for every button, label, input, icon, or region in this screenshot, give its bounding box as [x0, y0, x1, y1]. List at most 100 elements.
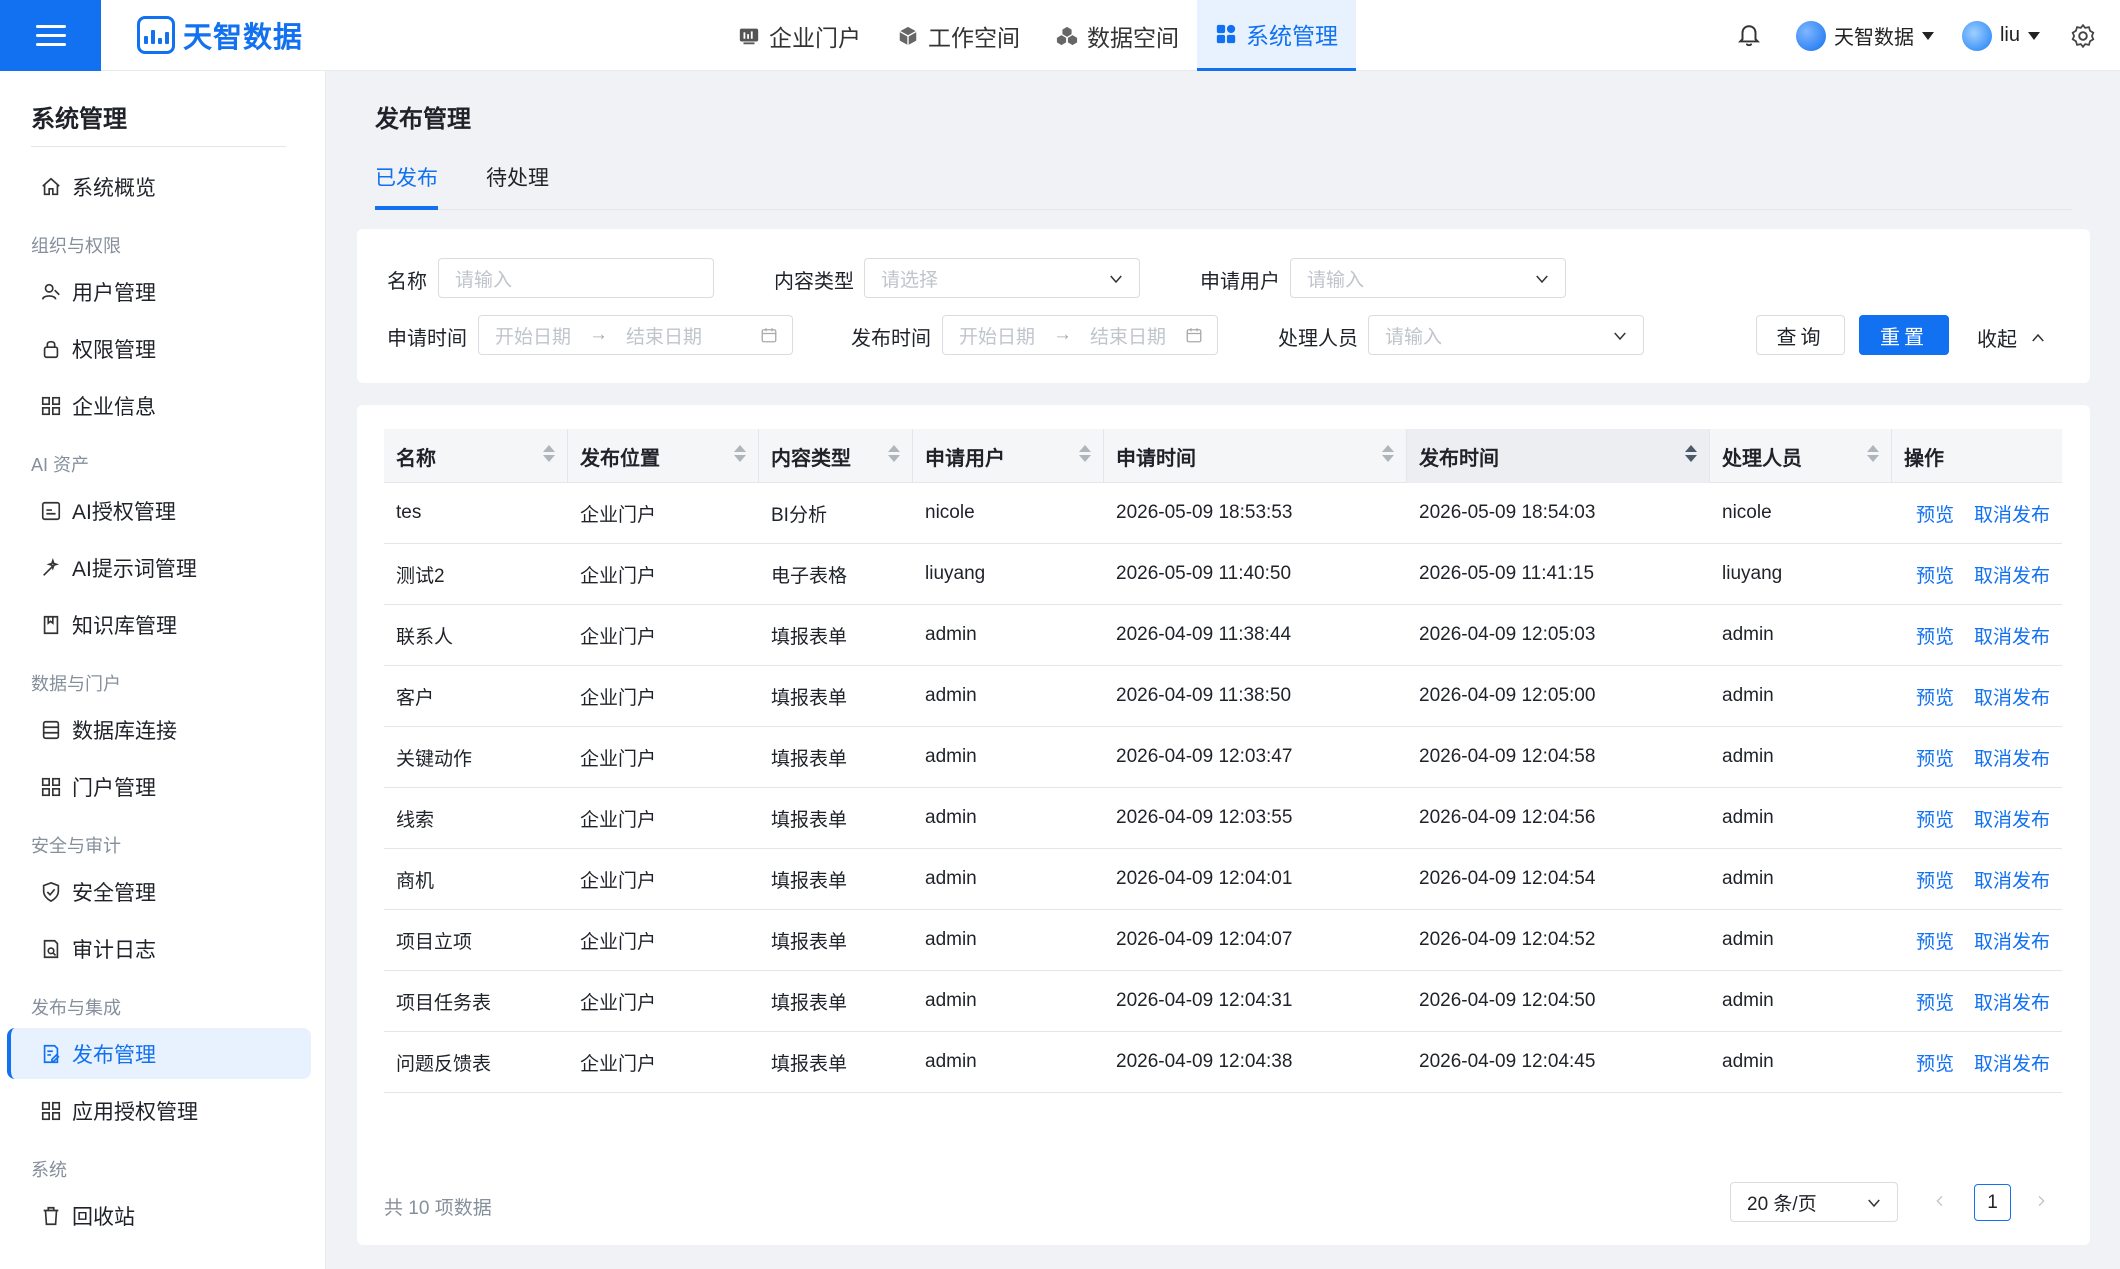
sidebar-group-system: 系统: [31, 1160, 67, 1180]
chevron-up-icon: [2032, 333, 2044, 341]
user-name: liu: [1999, 24, 2020, 46]
column-header-apply-time[interactable]: 申请时间: [1104, 429, 1407, 483]
column-header-applicant[interactable]: 申请用户: [913, 429, 1104, 483]
publish-time-range[interactable]: 开始日期 → 结束日期: [942, 315, 1218, 355]
cell-location: 企业门户: [580, 504, 657, 526]
query-button[interactable]: 查询: [1756, 315, 1845, 355]
apply-time-range[interactable]: 开始日期 → 结束日期: [478, 315, 793, 355]
collapse-toggle[interactable]: 收起: [1977, 323, 2047, 352]
nav-label: 数据空间: [1087, 24, 1179, 51]
org-switcher[interactable]: 天智数据: [1795, 20, 1934, 51]
sidebar-item-publish[interactable]: 发布管理: [7, 1028, 311, 1079]
unpublish-link[interactable]: 取消发布: [1974, 927, 2050, 954]
sidebar-item-label: 用户管理: [72, 281, 156, 305]
page-size-value: 20 条/页: [1747, 1193, 1817, 1215]
gear-icon[interactable]: [2070, 23, 2096, 49]
sidebar-item-label: 数据库连接: [72, 719, 177, 743]
sort-icon: [1685, 445, 1697, 462]
unpublish-link[interactable]: 取消发布: [1974, 1049, 2050, 1076]
content-type-select[interactable]: 请选择: [864, 258, 1140, 298]
column-header-content-type[interactable]: 内容类型: [759, 429, 913, 483]
sidebar-item-db-connection[interactable]: 数据库连接: [7, 704, 311, 755]
reset-button[interactable]: 重置: [1859, 315, 1949, 355]
brand-name: 天智数据: [183, 22, 304, 54]
preview-link[interactable]: 预览: [1916, 500, 1954, 527]
sidebar-item-app-auth[interactable]: 应用授权管理: [7, 1085, 311, 1136]
preview-link[interactable]: 预览: [1916, 988, 1954, 1015]
preview-link[interactable]: 预览: [1916, 866, 1954, 893]
page-number-current[interactable]: 1: [1974, 1184, 2011, 1221]
cell-apply-time: 2026-04-09 11:38:44: [1116, 624, 1292, 645]
sidebar-item-users[interactable]: 用户管理: [7, 266, 311, 317]
unpublish-link[interactable]: 取消发布: [1974, 866, 2050, 893]
sidebar-item-safety[interactable]: 安全管理: [7, 866, 311, 917]
nav-system-management[interactable]: 系统管理: [1197, 0, 1356, 71]
cell-publish-time: 2026-04-09 12:05:03: [1419, 624, 1596, 645]
next-page-button[interactable]: [2026, 1186, 2056, 1216]
unpublish-link[interactable]: 取消发布: [1974, 500, 2050, 527]
nav-workspace[interactable]: 工作空间: [879, 0, 1038, 71]
hamburger-menu-button[interactable]: [0, 0, 101, 71]
sidebar-item-ai-auth[interactable]: AI授权管理: [7, 485, 311, 536]
dashboard-icon: [739, 28, 759, 44]
table-row: 问题反馈表 企业门户 填报表单 admin 2026-04-09 12:04:38 202…: [384, 1032, 2062, 1093]
user-menu[interactable]: liu: [1961, 20, 2040, 51]
sidebar-item-recycle[interactable]: 回收站: [7, 1190, 311, 1241]
applicant-select[interactable]: 请输入: [1290, 258, 1566, 298]
unpublish-link[interactable]: 取消发布: [1974, 805, 2050, 832]
sidebar-item-knowledge[interactable]: 知识库管理: [7, 599, 311, 650]
table-row: 联系人 企业门户 填报表单 admin 2026-04-09 11:38:44 2026-…: [384, 605, 2062, 666]
cell-actions: 预览 取消发布: [1892, 744, 2062, 771]
handler-select[interactable]: 请输入: [1368, 315, 1644, 355]
cell-applicant: admin: [925, 624, 977, 645]
preview-link[interactable]: 预览: [1916, 561, 1954, 588]
column-header-location[interactable]: 发布位置: [568, 429, 759, 483]
sidebar-item-company[interactable]: 企业信息: [7, 380, 311, 431]
sidebar-item-portal[interactable]: 门户管理: [7, 761, 311, 812]
cell-publish-time: 2026-05-09 11:41:15: [1419, 563, 1595, 584]
preview-link[interactable]: 预览: [1916, 805, 1954, 832]
tab-published[interactable]: 已发布: [375, 162, 438, 210]
nav-data-space[interactable]: 数据空间: [1038, 0, 1197, 71]
preview-link[interactable]: 预览: [1916, 744, 1954, 771]
brand-logo[interactable]: 天智数据: [137, 14, 303, 56]
magic-wand-icon: [43, 557, 60, 576]
total-count: 共 10 项数据: [384, 1198, 492, 1219]
sidebar-item-ai-prompt[interactable]: AI提示词管理: [7, 542, 311, 593]
name-input[interactable]: 请输入: [438, 258, 714, 298]
column-header-handler[interactable]: 处理人员: [1710, 429, 1892, 483]
unpublish-link[interactable]: 取消发布: [1974, 683, 2050, 710]
cell-publish-time: 2026-04-09 12:04:54: [1419, 868, 1596, 889]
grid-icon: [1216, 24, 1236, 44]
range-arrow: →: [589, 324, 609, 345]
preview-link[interactable]: 预览: [1916, 927, 1954, 954]
sidebar-item-permissions[interactable]: 权限管理: [7, 323, 311, 374]
cell-apply-time: 2026-04-09 12:04:31: [1116, 990, 1293, 1011]
sort-icon: [888, 445, 900, 462]
cell-handler: admin: [1722, 1051, 1774, 1072]
sidebar-item-audit[interactable]: 审计日志: [7, 923, 311, 974]
cell-apply-time: 2026-04-09 12:04:07: [1116, 929, 1293, 950]
end-date-placeholder: 结束日期: [626, 326, 703, 348]
preview-link[interactable]: 预览: [1916, 622, 1954, 649]
unpublish-link[interactable]: 取消发布: [1974, 622, 2050, 649]
sidebar-item-overview[interactable]: 系统概览: [7, 161, 311, 212]
tab-pending[interactable]: 待处理: [486, 162, 549, 206]
unpublish-link[interactable]: 取消发布: [1974, 561, 2050, 588]
unpublish-link[interactable]: 取消发布: [1974, 744, 2050, 771]
cell-apply-time: 2026-04-09 12:03:55: [1116, 807, 1293, 828]
cell-publish-time: 2026-04-09 12:05:00: [1419, 685, 1596, 706]
unpublish-link[interactable]: 取消发布: [1974, 988, 2050, 1015]
preview-link[interactable]: 预览: [1916, 1049, 1954, 1076]
nav-enterprise-portal[interactable]: 企业门户: [720, 0, 879, 71]
page-size-select[interactable]: 20 条/页: [1730, 1182, 1898, 1222]
column-label: 申请时间: [1116, 447, 1196, 470]
column-header-name[interactable]: 名称: [384, 429, 568, 483]
column-header-publish-time[interactable]: 发布时间: [1407, 429, 1710, 483]
prev-page-button[interactable]: [1925, 1186, 1955, 1216]
cell-name: 关键动作: [396, 748, 473, 770]
column-label: 操作: [1904, 447, 1944, 470]
cell-name: 线索: [396, 809, 435, 831]
bell-icon[interactable]: [1736, 23, 1762, 49]
preview-link[interactable]: 预览: [1916, 683, 1954, 710]
